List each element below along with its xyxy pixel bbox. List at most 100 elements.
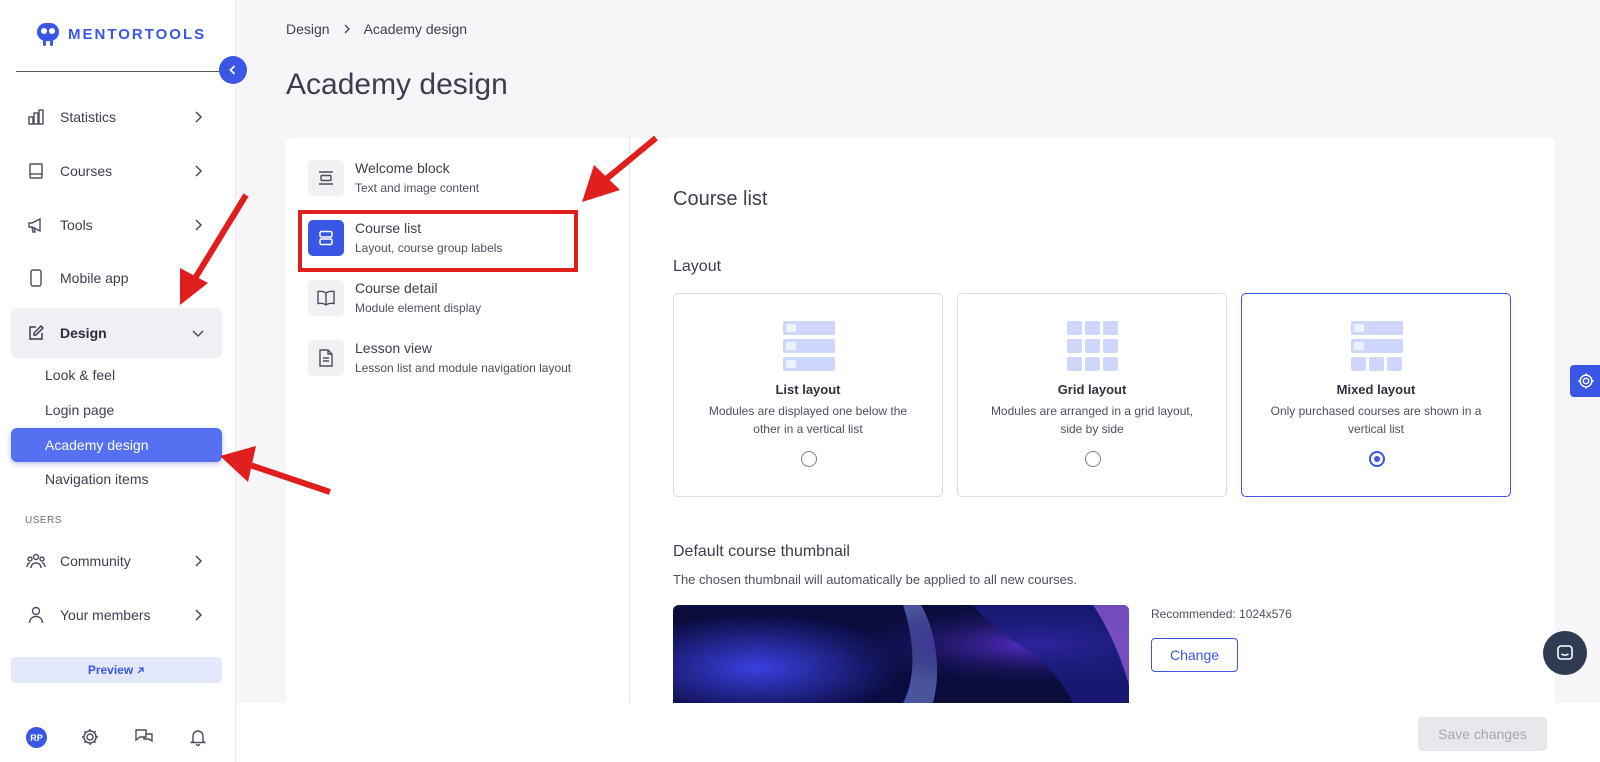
menu-item-title: Welcome block: [355, 160, 450, 176]
collapse-sidebar-button[interactable]: [219, 56, 247, 84]
chevron-down-icon: [192, 330, 204, 338]
mixed-layout-icon: [1351, 321, 1403, 371]
sidebar-subitem-label: Login page: [45, 402, 115, 418]
menu-item-title: Lesson view: [355, 340, 433, 356]
sidebar-item-label: Community: [60, 553, 131, 569]
layout-option-mixed[interactable]: Mixed layout Only purchased courses are …: [1241, 293, 1511, 497]
sidebar-item-label: Mobile app: [60, 270, 129, 286]
sidebar-item-community[interactable]: Community: [11, 536, 222, 586]
chevron-left-icon: [229, 65, 236, 75]
menu-item-subtitle: Lesson list and module navigation layout: [355, 361, 572, 375]
sidebar-subitem-label: Academy design: [45, 437, 149, 453]
menu-item-subtitle: Module element display: [355, 301, 482, 315]
course-list-icon: [308, 220, 344, 256]
preview-button[interactable]: Preview: [11, 657, 222, 683]
settings-menu-item-lesson-view[interactable]: Lesson view Lesson list and module navig…: [308, 340, 604, 390]
card-divider: [629, 138, 630, 703]
menu-item-title: Course list: [355, 220, 422, 236]
gear-icon: [1578, 373, 1594, 389]
layout-option-description: Only purchased courses are shown in a ve…: [1270, 404, 1482, 436]
chat-bubbles-icon[interactable]: [134, 727, 154, 747]
sidebar: MENTORTOOLS Statistics Courses Tools Mob…: [0, 0, 236, 762]
breadcrumb-current: Academy design: [363, 21, 468, 37]
edit-icon: [25, 322, 47, 344]
bell-icon[interactable]: [188, 727, 208, 747]
settings-menu-item-course-list[interactable]: Course list Layout, course group labels: [308, 220, 604, 270]
sidebar-subitem-navigation-items[interactable]: Navigation items: [11, 462, 222, 496]
section-label-users: USERS: [25, 515, 62, 526]
welcome-block-icon: [308, 160, 344, 196]
book-icon: [25, 160, 47, 182]
breadcrumb: Design Academy design: [286, 21, 467, 37]
layout-option-description: Modules are displayed one below the othe…: [708, 404, 908, 436]
breadcrumb-parent-link[interactable]: Design: [286, 21, 330, 37]
sidebar-subitem-look-and-feel[interactable]: Look & feel: [11, 358, 222, 392]
chevron-right-icon: [195, 555, 203, 567]
avatar[interactable]: RP: [26, 727, 47, 748]
layout-radio[interactable]: [801, 451, 817, 467]
footer-bar: [236, 703, 1600, 762]
open-book-icon: [308, 280, 344, 316]
sidebar-item-statistics[interactable]: Statistics: [11, 92, 222, 142]
logo[interactable]: MENTORTOOLS: [34, 20, 206, 48]
sidebar-item-label: Tools: [60, 217, 93, 233]
chevron-right-icon: [195, 609, 203, 621]
layout-radio[interactable]: [1085, 451, 1101, 467]
chat-icon: [1557, 645, 1573, 660]
external-link-icon: [137, 666, 144, 673]
sidebar-subitem-academy-design[interactable]: Academy design: [11, 428, 222, 462]
layout-radio-selected[interactable]: [1369, 451, 1385, 467]
sidebar-subitem-login-page[interactable]: Login page: [11, 393, 222, 427]
thumbnail-description: The chosen thumbnail will automatically …: [673, 572, 1077, 587]
chevron-right-icon: [195, 219, 203, 231]
recommended-size: Recommended: 1024x576: [1151, 607, 1292, 621]
chevron-right-icon: [195, 165, 203, 177]
sidebar-item-label: Design: [60, 325, 107, 341]
settings-gear-icon[interactable]: [80, 727, 100, 747]
megaphone-icon: [25, 214, 47, 236]
section-title: Course list: [673, 188, 768, 210]
layout-option-grid[interactable]: Grid layout Modules are arranged in a gr…: [957, 293, 1227, 497]
preview-label: Preview: [87, 663, 134, 677]
sidebar-item-courses[interactable]: Courses: [11, 146, 222, 196]
layout-label: Layout: [673, 258, 722, 275]
logo-text: MENTORTOOLS: [68, 25, 207, 43]
community-icon: [25, 550, 47, 572]
settings-menu-item-course-detail[interactable]: Course detail Module element display: [308, 280, 604, 330]
divider: [16, 71, 219, 72]
document-icon: [308, 340, 344, 376]
floating-settings-button[interactable]: [1570, 365, 1600, 397]
chevron-right-icon: [344, 24, 350, 34]
chat-support-button[interactable]: [1543, 631, 1587, 675]
user-icon: [25, 604, 47, 626]
mentortools-logo-icon: [37, 23, 59, 46]
thumbnail-title: Default course thumbnail: [673, 543, 850, 560]
course-thumbnail-image: [673, 605, 1129, 703]
sidebar-subitem-label: Navigation items: [45, 471, 149, 487]
layout-option-title: List layout: [775, 382, 841, 397]
sidebar-subitem-label: Look & feel: [45, 367, 116, 383]
menu-item-subtitle: Layout, course group labels: [355, 241, 503, 255]
sidebar-item-label: Courses: [60, 163, 113, 179]
page-title: Academy design: [286, 68, 508, 101]
sidebar-item-label: Your members: [60, 607, 151, 623]
sidebar-item-label: Statistics: [60, 109, 117, 125]
bar-chart-icon: [25, 106, 47, 128]
settings-menu-item-welcome-block[interactable]: Welcome block Text and image content: [308, 160, 604, 210]
grid-layout-icon: [1067, 321, 1118, 371]
menu-item-subtitle: Text and image content: [355, 181, 480, 195]
smartphone-icon: [25, 267, 47, 289]
save-changes-button[interactable]: Save changes: [1418, 717, 1547, 751]
chevron-right-icon: [195, 111, 203, 123]
sidebar-item-design[interactable]: Design: [11, 308, 222, 358]
layout-option-description: Modules are arranged in a grid layout, s…: [990, 404, 1194, 436]
sidebar-item-your-members[interactable]: Your members: [11, 590, 222, 640]
change-thumbnail-button[interactable]: Change: [1151, 638, 1238, 672]
layout-option-title: Grid layout: [1057, 382, 1127, 397]
list-layout-icon: [783, 321, 835, 371]
sidebar-item-tools[interactable]: Tools: [11, 200, 222, 250]
layout-option-list[interactable]: List layout Modules are displayed one be…: [673, 293, 943, 497]
layout-option-title: Mixed layout: [1336, 382, 1416, 397]
menu-item-title: Course detail: [355, 280, 438, 296]
sidebar-item-mobile-app[interactable]: Mobile app: [11, 253, 222, 303]
